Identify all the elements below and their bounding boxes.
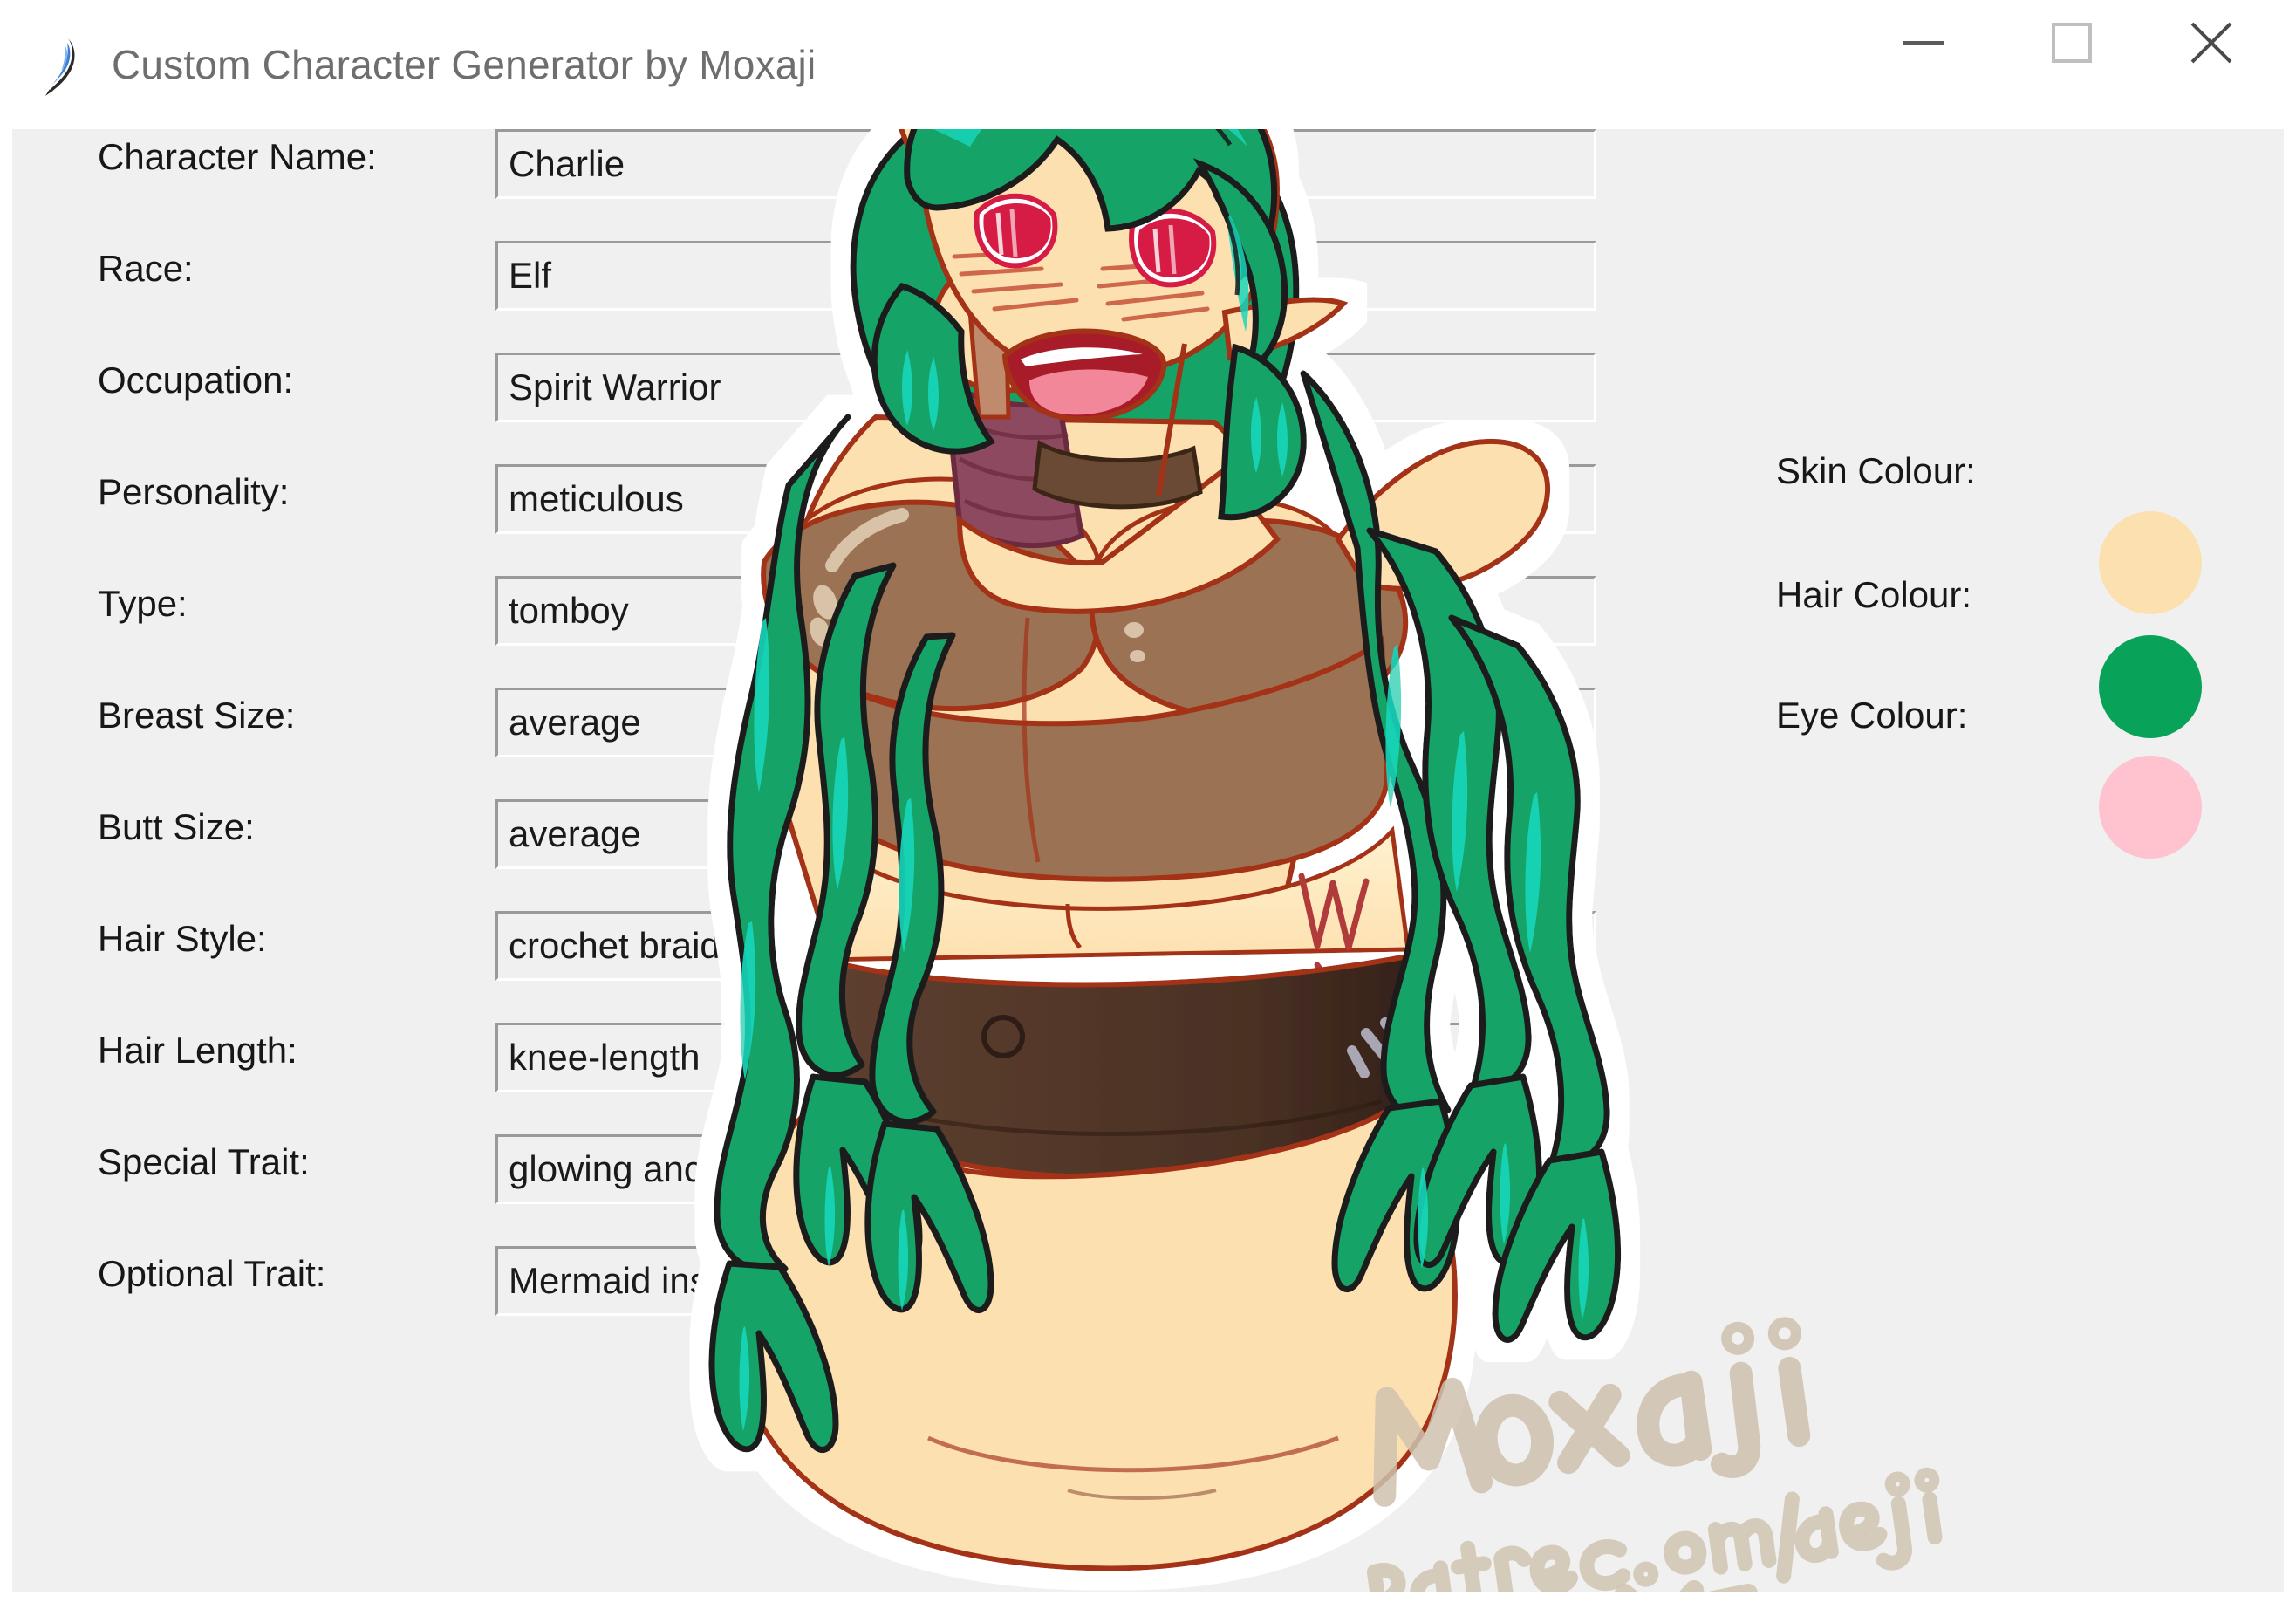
input-type[interactable]: tomboy: [495, 576, 1596, 646]
value-special-trait: glowing ancient runes: [509, 1148, 864, 1189]
input-race[interactable]: Elf: [495, 241, 1596, 311]
window-title: Custom Character Generator by Moxaji: [112, 42, 817, 87]
value-personality: meticulous: [509, 478, 684, 519]
input-hair-length[interactable]: knee-length: [495, 1023, 1596, 1092]
label-optional-trait: Optional Trait:: [98, 1253, 326, 1294]
input-butt-size[interactable]: average: [495, 799, 1596, 869]
label-hair-length: Hair Length:: [98, 1030, 297, 1071]
label-special-trait: Special Trait:: [98, 1141, 310, 1182]
input-personality[interactable]: meticulous: [495, 464, 1596, 534]
client-area: Character Name: Race: Occupation: Person…: [12, 129, 2284, 1592]
label-eye-colour: Eye Colour:: [1776, 695, 1968, 736]
input-special-trait[interactable]: glowing ancient runes: [495, 1134, 1596, 1204]
value-breast-size: average: [509, 702, 641, 743]
label-type: Type:: [98, 583, 188, 624]
value-character-name: Charlie: [509, 143, 625, 184]
value-optional-trait: Mermaid inspired: [509, 1260, 790, 1301]
swatch-eye-colour[interactable]: [2099, 756, 2202, 859]
value-butt-size: average: [509, 813, 641, 854]
label-hair-style: Hair Style:: [98, 918, 267, 959]
label-occupation: Occupation:: [98, 359, 294, 401]
value-hair-style: crochet braids: [509, 925, 739, 966]
value-hair-length: knee-length: [509, 1037, 700, 1078]
maximize-button[interactable]: [2015, 0, 2129, 86]
label-race: Race:: [98, 248, 194, 289]
label-breast-size: Breast Size:: [98, 695, 296, 736]
close-button[interactable]: [2155, 0, 2268, 86]
input-occupation[interactable]: Spirit Warrior: [495, 353, 1596, 422]
value-type: tomboy: [509, 590, 629, 631]
input-hair-style[interactable]: crochet braids: [495, 911, 1596, 981]
label-butt-size: Butt Size:: [98, 806, 255, 847]
label-skin-colour: Skin Colour:: [1776, 450, 1976, 491]
label-character-name: Character Name:: [98, 136, 377, 177]
application-window: Custom Character Generator by Moxaji Cha…: [0, 0, 2296, 1616]
value-race: Elf: [509, 255, 552, 296]
feather-quill-icon: [42, 35, 84, 96]
input-breast-size[interactable]: average: [495, 688, 1596, 757]
input-character-name[interactable]: Charlie: [495, 129, 1596, 199]
input-optional-trait[interactable]: Mermaid inspired: [495, 1246, 1596, 1316]
value-occupation: Spirit Warrior: [509, 366, 721, 407]
swatch-hair-colour[interactable]: [2099, 635, 2202, 738]
title-bar: Custom Character Generator by Moxaji: [0, 0, 2296, 129]
label-personality: Personality:: [98, 471, 290, 512]
minimize-button[interactable]: [1867, 0, 1980, 86]
swatch-skin-colour[interactable]: [2099, 511, 2202, 614]
label-hair-colour: Hair Colour:: [1776, 574, 1972, 615]
regenerate-button[interactable]: Regenerate: [1017, 1477, 1284, 1556]
